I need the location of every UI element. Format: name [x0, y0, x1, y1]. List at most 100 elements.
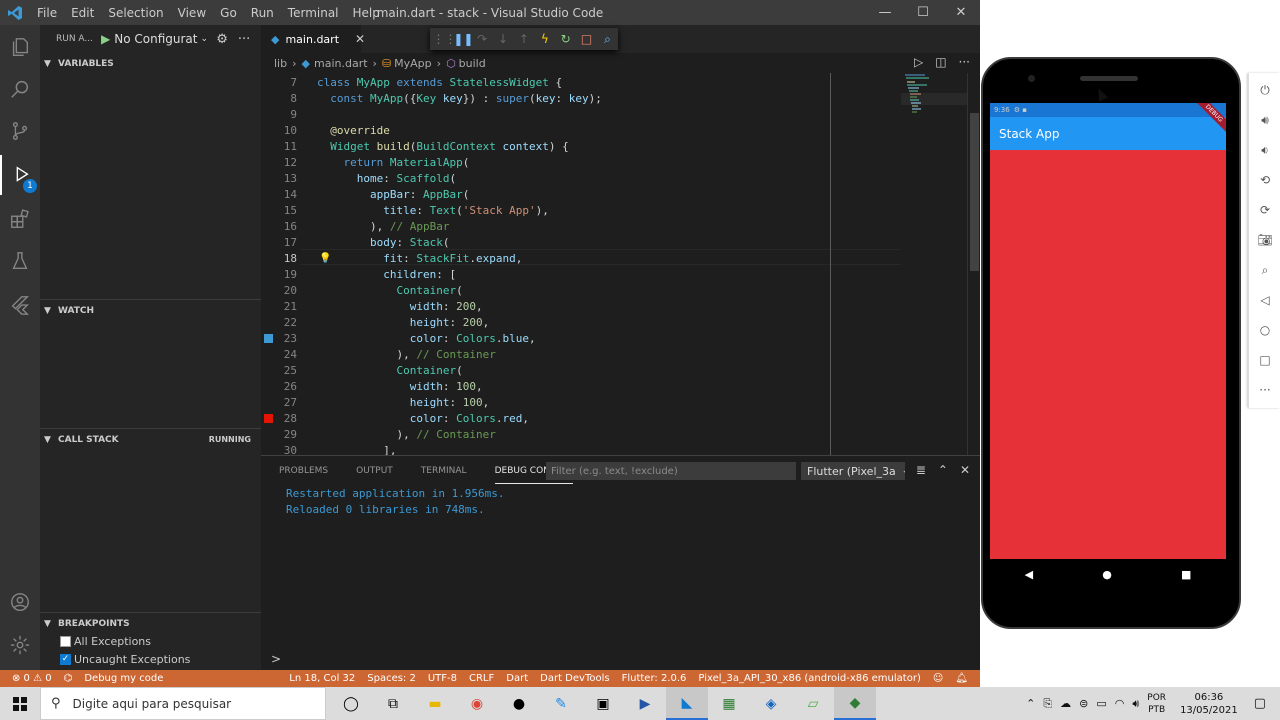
- usb-icon[interactable]: ⎘: [1043, 697, 1052, 711]
- device-status[interactable]: Pixel_3a_API_30_x86 (android-x86 emulato…: [698, 673, 920, 684]
- show-hidden-icons-chevron-icon[interactable]: ⌃: [1026, 697, 1035, 710]
- account-icon[interactable]: [0, 582, 40, 622]
- calculator-grid-icon[interactable]: ▦: [708, 687, 750, 720]
- menu-go[interactable]: Go: [213, 6, 244, 20]
- menu-view[interactable]: View: [171, 6, 213, 20]
- cortana-icon[interactable]: ◯: [330, 687, 372, 720]
- problems-status[interactable]: ⊗ 0 ⚠ 0: [12, 673, 52, 684]
- back-icon[interactable]: ◁: [1249, 293, 1280, 307]
- flutter-version-status[interactable]: Flutter: 2.0.6: [622, 673, 687, 684]
- menu-selection[interactable]: Selection: [101, 6, 170, 20]
- zoom-icon[interactable]: ⌕: [1249, 263, 1280, 278]
- tab-problems[interactable]: PROBLEMS: [279, 466, 328, 476]
- maximize-panel-icon[interactable]: ⌃: [938, 463, 948, 477]
- step-out-icon[interactable]: ↑: [516, 32, 532, 46]
- debug-console-filter-input[interactable]: Filter (e.g. text, !exclude): [546, 462, 796, 480]
- debug-config-select[interactable]: No Configurat ⌄: [114, 32, 206, 46]
- notepad-icon[interactable]: ▱: [792, 687, 834, 720]
- more-actions-icon[interactable]: ···: [238, 32, 250, 47]
- start-debugging-icon[interactable]: ▶: [101, 32, 110, 46]
- more-icon[interactable]: ···: [1249, 383, 1280, 397]
- explorer-icon[interactable]: [0, 27, 40, 67]
- hot-reload-icon[interactable]: ϟ: [537, 32, 553, 46]
- variables-section-header[interactable]: ▼ VARIABLES: [40, 53, 261, 75]
- all-exceptions-checkbox[interactable]: [60, 635, 71, 647]
- volume-up-icon[interactable]: 🔊︎: [1249, 113, 1280, 128]
- breakpoint-all-exceptions[interactable]: All Exceptions: [60, 632, 151, 650]
- minimize-icon[interactable]: —: [866, 0, 904, 25]
- breadcrumb-item[interactable]: MyApp: [394, 57, 432, 70]
- indentation-status[interactable]: Spaces: 2: [367, 673, 416, 684]
- recents-icon[interactable]: ■: [1181, 568, 1191, 581]
- inspect-widget-icon[interactable]: ⌕: [599, 32, 615, 47]
- drag-handle-icon[interactable]: ⋮⋮: [432, 32, 456, 46]
- breadcrumb-item[interactable]: build: [459, 57, 486, 70]
- home-icon[interactable]: ●: [1102, 568, 1112, 581]
- close-panel-icon[interactable]: ✕: [960, 463, 970, 477]
- input-language[interactable]: POR PTB: [1147, 692, 1166, 716]
- manage-gear-icon[interactable]: [0, 625, 40, 665]
- vscode-taskbar-icon[interactable]: ◣: [666, 687, 708, 720]
- source-control-icon[interactable]: [0, 111, 40, 151]
- power-icon[interactable]: ⏻: [1249, 83, 1280, 98]
- tab-output[interactable]: OUTPUT: [356, 466, 393, 476]
- uncaught-exceptions-checkbox[interactable]: ✓: [60, 653, 71, 665]
- start-button[interactable]: [0, 687, 40, 720]
- android-studio-icon[interactable]: ◆: [834, 687, 876, 720]
- powershell-icon[interactable]: ▶: [624, 687, 666, 720]
- restart-icon[interactable]: ↻: [558, 32, 574, 46]
- github-icon[interactable]: ●: [498, 687, 540, 720]
- rotate-right-icon[interactable]: ⟳: [1249, 203, 1280, 217]
- tab-main-dart[interactable]: ◆ main.dart ✕: [261, 25, 365, 53]
- breadcrumb-item[interactable]: lib: [274, 57, 287, 70]
- testing-flask-icon[interactable]: [0, 241, 40, 281]
- minimap[interactable]: [901, 73, 967, 455]
- network-icon[interactable]: ⊜: [1079, 697, 1088, 710]
- task-view-icon[interactable]: ⧉: [372, 687, 414, 720]
- breadcrumb-item[interactable]: main.dart: [314, 57, 368, 70]
- step-over-icon[interactable]: ↷: [474, 32, 490, 46]
- maximize-icon[interactable]: ☐: [904, 0, 942, 25]
- battery-icon[interactable]: ▭: [1096, 697, 1106, 710]
- menu-file[interactable]: File: [30, 6, 64, 20]
- volume-down-icon[interactable]: 🔉︎: [1249, 143, 1280, 158]
- step-into-icon[interactable]: ↓: [495, 32, 511, 46]
- file-explorer-icon[interactable]: ▬: [414, 687, 456, 720]
- phone-screen[interactable]: 9:36 ⚙ ▪ Stack App DEBUG: [990, 103, 1226, 559]
- action-center-icon[interactable]: ▢: [1254, 696, 1266, 711]
- run-debug-icon[interactable]: 1: [0, 155, 40, 195]
- flutter-icon[interactable]: [0, 285, 40, 325]
- onedrive-cloud-icon[interactable]: ☁: [1060, 697, 1071, 710]
- watch-section-header[interactable]: ▼ WATCH: [40, 299, 261, 321]
- taskbar-search-box[interactable]: ⚲ Digite aqui para pesquisar: [40, 687, 326, 720]
- code-editor[interactable]: 7 class MyApp extends StatelessWidget { 8…: [261, 73, 980, 455]
- language-status[interactable]: Dart: [506, 673, 528, 684]
- call-stack-section-header[interactable]: ▼ CALL STACK RUNNING: [40, 428, 261, 450]
- pause-icon[interactable]: ❚❚: [453, 32, 473, 46]
- back-icon[interactable]: ◀: [1025, 568, 1033, 581]
- close-window-icon[interactable]: ✕: [942, 0, 980, 25]
- encoding-status[interactable]: UTF-8: [428, 673, 457, 684]
- wifi-icon[interactable]: ◠: [1115, 697, 1125, 710]
- debug-session-select[interactable]: Flutter (Pixel_3a ⌄: [801, 462, 905, 480]
- menu-run[interactable]: Run: [244, 6, 281, 20]
- volume-icon[interactable]: 🔊︎: [1132, 697, 1139, 711]
- extensions-icon[interactable]: [0, 199, 40, 239]
- rotate-left-icon[interactable]: ⟲: [1249, 173, 1280, 187]
- debug-config-status[interactable]: Debug my code: [84, 673, 163, 684]
- teamviewer-icon[interactable]: ◈: [750, 687, 792, 720]
- chrome-icon[interactable]: ◉: [456, 687, 498, 720]
- stop-icon[interactable]: □: [579, 32, 595, 46]
- breakpoints-section-header[interactable]: ▼ BREAKPOINTS: [40, 612, 261, 634]
- remote-desktop-icon[interactable]: ▣: [582, 687, 624, 720]
- menu-help[interactable]: Help: [346, 6, 387, 20]
- console-input-prompt[interactable]: >: [271, 652, 281, 666]
- cursor-position-status[interactable]: Ln 18, Col 32: [289, 673, 355, 684]
- editor-scrollbar[interactable]: [967, 73, 980, 455]
- paint-icon[interactable]: ✎: [540, 687, 582, 720]
- debug-status-icon[interactable]: ⌬: [64, 673, 73, 684]
- search-icon[interactable]: [0, 69, 40, 109]
- menu-edit[interactable]: Edit: [64, 6, 101, 20]
- menu-terminal[interactable]: Terminal: [281, 6, 346, 20]
- devtools-status[interactable]: Dart DevTools: [540, 673, 609, 684]
